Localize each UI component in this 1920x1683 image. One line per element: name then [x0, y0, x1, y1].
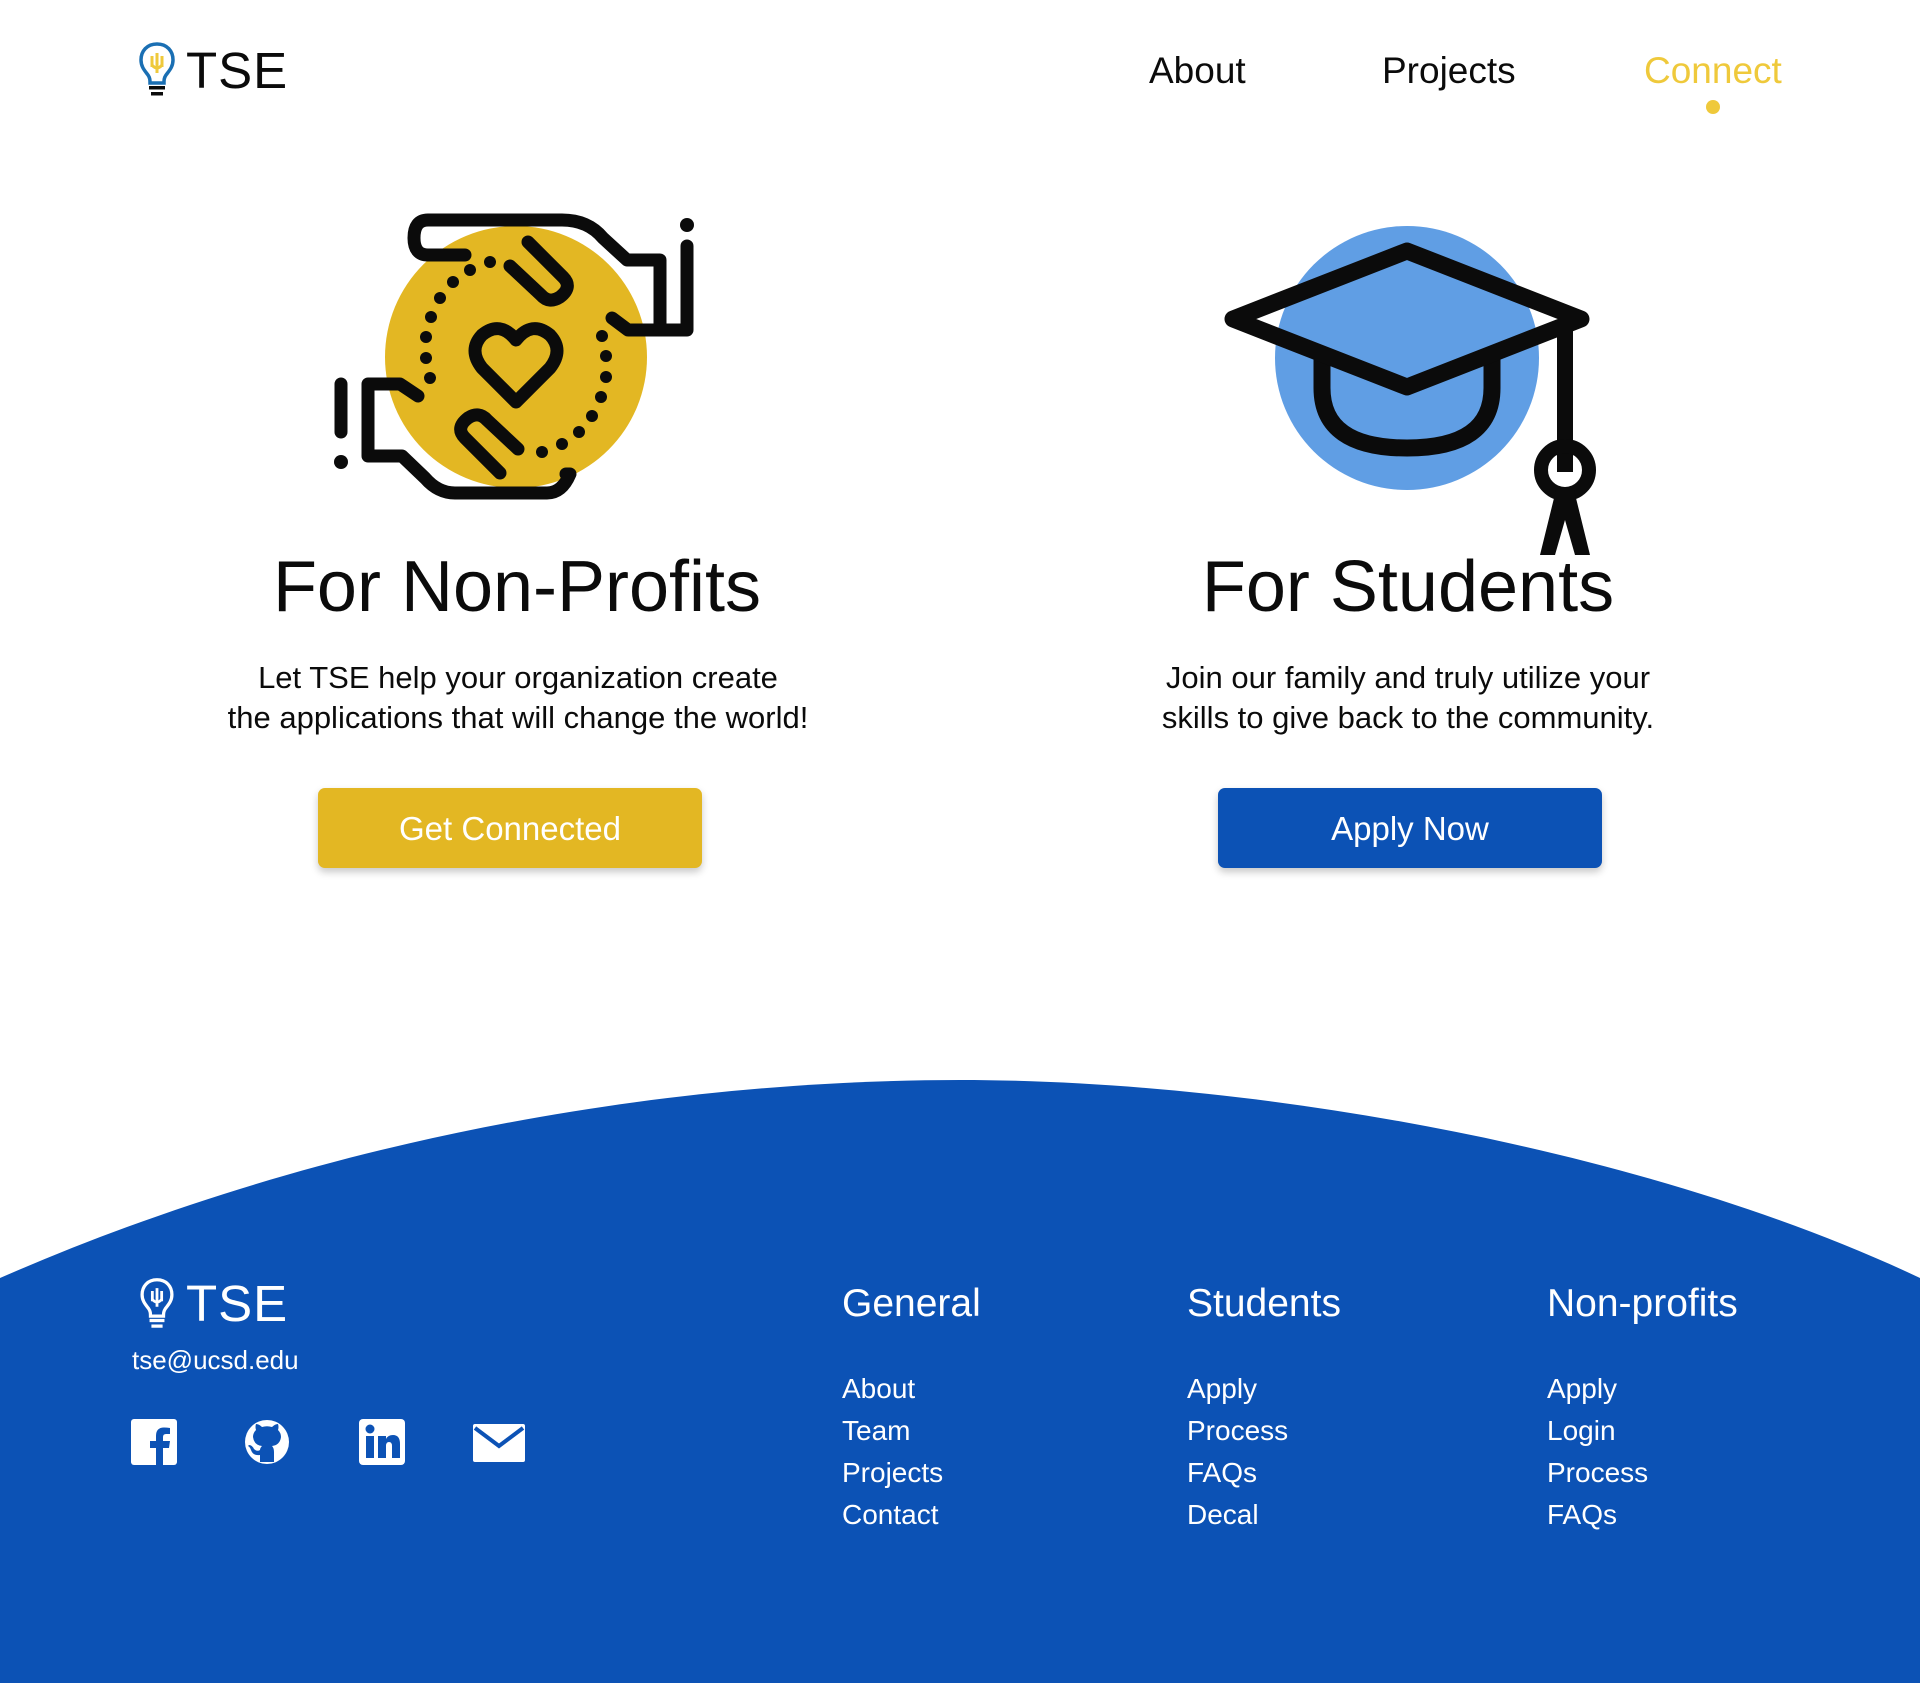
nonprofits-description: Let TSE help your organization create th… — [160, 658, 876, 738]
footer-link-nonprofits-login[interactable]: Login — [1547, 1410, 1738, 1452]
facebook-icon[interactable] — [130, 1418, 178, 1466]
site-logo[interactable]: TSE — [138, 40, 288, 100]
logo-text: TSE — [186, 41, 289, 99]
footer-link-about[interactable]: About — [842, 1368, 981, 1410]
students-description-line-2: skills to give back to the community. — [1161, 700, 1655, 735]
footer-column-title: Students — [1187, 1282, 1341, 1325]
footer-link-nonprofits-faqs[interactable]: FAQs — [1547, 1494, 1738, 1536]
nav-projects[interactable]: Projects — [1382, 50, 1516, 92]
footer-link-nonprofits-process[interactable]: Process — [1547, 1452, 1738, 1494]
nonprofits-description-line-1: Let TSE help your organization create — [258, 660, 778, 695]
nav-connect[interactable]: Connect — [1644, 50, 1782, 92]
footer-column-title: Non-profits — [1547, 1282, 1738, 1325]
footer-link-students-faqs[interactable]: FAQs — [1187, 1452, 1341, 1494]
apply-now-button[interactable]: Apply Now — [1218, 788, 1602, 868]
nonprofits-description-line-2: the applications that will change the wo… — [227, 700, 809, 735]
linkedin-icon[interactable] — [358, 1418, 406, 1466]
students-description: Join our family and truly utilize your s… — [1098, 658, 1718, 738]
nav-about[interactable]: About — [1149, 50, 1246, 92]
footer-column-general: General About Team Projects Contact — [842, 1282, 981, 1536]
footer-column-title: General — [842, 1282, 981, 1325]
lightbulb-logo-icon — [139, 42, 175, 96]
footer-logo[interactable]: TSE — [138, 1274, 288, 1333]
mail-icon[interactable] — [472, 1418, 526, 1466]
active-nav-indicator — [1706, 100, 1720, 114]
graduation-cap-icon — [1224, 226, 1596, 555]
footer-link-team[interactable]: Team — [842, 1410, 981, 1452]
github-icon[interactable] — [243, 1418, 291, 1466]
students-title: For Students — [1201, 547, 1615, 627]
hands-heart-icon — [334, 213, 694, 500]
nonprofits-title: For Non-Profits — [272, 547, 762, 627]
footer-column-nonprofits: Non-profits Apply Login Process FAQs — [1547, 1282, 1738, 1536]
get-connected-button[interactable]: Get Connected — [318, 788, 702, 868]
footer-link-nonprofits-apply[interactable]: Apply — [1547, 1368, 1738, 1410]
footer-link-contact[interactable]: Contact — [842, 1494, 981, 1536]
students-description-line-1: Join our family and truly utilize your — [1165, 660, 1651, 695]
footer-logo-text: TSE — [186, 1275, 289, 1332]
lightbulb-logo-icon — [140, 1277, 174, 1328]
footer-column-students: Students Apply Process FAQs Decal — [1187, 1282, 1341, 1536]
footer-link-students-decal[interactable]: Decal — [1187, 1494, 1341, 1536]
footer-link-projects[interactable]: Projects — [842, 1452, 981, 1494]
footer-link-students-process[interactable]: Process — [1187, 1410, 1341, 1452]
footer-email-link[interactable]: tse@ucsd.edu — [132, 1345, 299, 1376]
footer-link-students-apply[interactable]: Apply — [1187, 1368, 1341, 1410]
